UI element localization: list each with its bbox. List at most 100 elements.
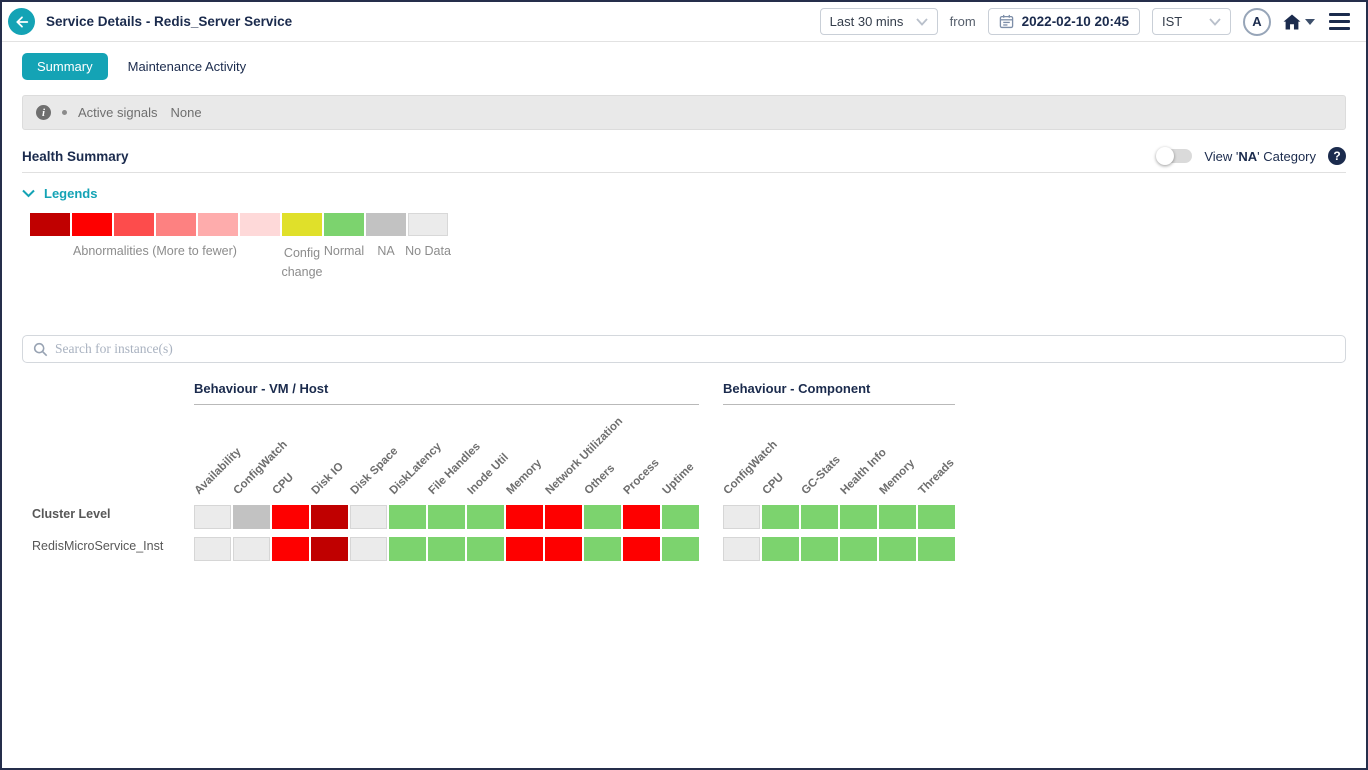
column-header-uptime: Uptime [661, 461, 697, 497]
search-input[interactable] [55, 341, 1335, 357]
tab-maintenance-activity[interactable]: Maintenance Activity [124, 53, 251, 80]
column-header-cpu: CPU [271, 471, 297, 497]
cell-redismicroservice-inst-process-red[interactable] [623, 537, 660, 561]
cell-redismicroservice-inst-availability-nodata[interactable] [194, 537, 231, 561]
cell-cluster-level-file-handles-green[interactable] [428, 505, 465, 529]
cell-cluster-level-configwatch-nodata[interactable] [723, 505, 760, 529]
cell-redismicroservice-inst-memory-green[interactable] [879, 537, 916, 561]
legend-group-normal: Normal [324, 213, 364, 281]
heatmap-rows [723, 505, 955, 561]
legend-swatch [408, 213, 448, 236]
cell-cluster-level-disk-space-nodata[interactable] [350, 505, 387, 529]
cell-cluster-level-gc-stats-green[interactable] [801, 505, 838, 529]
time-range-value: Last 30 mins [830, 14, 904, 29]
legend-label-no-data: No Data [405, 244, 451, 258]
column-headers: AvailabilityConfigWatchCPUDisk IODisk Sp… [194, 405, 699, 500]
active-signals-label: Active signals [78, 105, 157, 120]
health-summary-header: Health Summary View 'NA' Category ? [22, 145, 1346, 167]
cell-cluster-level-network-utilization-red[interactable] [545, 505, 582, 529]
back-button[interactable] [8, 8, 35, 35]
behaviour-vm-host-table: Behaviour - VM / Host AvailabilityConfig… [194, 381, 699, 569]
hamburger-menu-icon[interactable] [1327, 11, 1352, 32]
cell-cluster-level-process-red[interactable] [623, 505, 660, 529]
help-icon[interactable]: ? [1328, 147, 1346, 165]
legend-swatch [282, 213, 322, 236]
page-title: Service Details - Redis_Server Service [46, 14, 292, 29]
home-menu[interactable] [1283, 14, 1315, 30]
chevron-down-icon [22, 189, 35, 198]
arrow-left-icon [14, 14, 30, 30]
cell-redismicroservice-inst-disk-io-darkred[interactable] [311, 537, 348, 561]
timezone-select[interactable]: IST [1152, 8, 1231, 35]
cell-cluster-level-uptime-green[interactable] [662, 505, 699, 529]
cell-redismicroservice-inst-gc-stats-green[interactable] [801, 537, 838, 561]
cell-redismicroservice-inst-inode-util-green[interactable] [467, 537, 504, 561]
legends-collapse[interactable]: Legends [22, 186, 1366, 201]
cell-redismicroservice-inst-file-handles-green[interactable] [428, 537, 465, 561]
toggle-knob [1156, 147, 1174, 165]
column-header-memory: Memory [878, 457, 918, 497]
caret-down-icon [1305, 19, 1315, 25]
legend-group-no-data: No Data [408, 213, 448, 281]
from-label: from [950, 14, 976, 29]
cell-cluster-level-health-info-green[interactable] [840, 505, 877, 529]
cell-cluster-level-memory-red[interactable] [506, 505, 543, 529]
cell-redismicroservice-inst-configwatch-nodata[interactable] [233, 537, 270, 561]
cell-cluster-level-disk-io-darkred[interactable] [311, 505, 348, 529]
instance-search[interactable] [22, 335, 1346, 363]
legend-swatch [30, 213, 70, 236]
cell-cluster-level-inode-util-green[interactable] [467, 505, 504, 529]
cell-redismicroservice-inst-disklatency-green[interactable] [389, 537, 426, 561]
cell-cluster-level-memory-green[interactable] [879, 505, 916, 529]
na-category-controls: View 'NA' Category ? [1157, 147, 1346, 165]
cell-redismicroservice-inst-threads-green[interactable] [918, 537, 955, 561]
timezone-value: IST [1162, 14, 1182, 29]
heatmap-row-redismicroservice-inst [723, 537, 955, 561]
cell-redismicroservice-inst-uptime-green[interactable] [662, 537, 699, 561]
legend-swatch [198, 213, 238, 236]
chevron-down-icon [1209, 18, 1221, 26]
heatmap-row-redismicroservice-inst [194, 537, 699, 561]
cell-redismicroservice-inst-health-info-green[interactable] [840, 537, 877, 561]
legend-swatch [72, 213, 112, 236]
cell-cluster-level-availability-nodata[interactable] [194, 505, 231, 529]
legend-group-config-change: Config change [282, 213, 322, 281]
health-summary-title: Health Summary [22, 149, 129, 164]
legend-swatch [114, 213, 154, 236]
heatmap-row-labels: Cluster Level RedisMicroService_Inst [32, 502, 187, 566]
datetime-picker[interactable]: 2022-02-10 20:45 [988, 8, 1140, 35]
active-signals-bar: i Active signals None [22, 95, 1346, 130]
legend-group-na: NA [366, 213, 406, 281]
cell-cluster-level-disklatency-green[interactable] [389, 505, 426, 529]
tab-summary[interactable]: Summary [22, 53, 108, 80]
row-label-redismicroservice-inst: RedisMicroService_Inst [32, 534, 187, 558]
avatar[interactable]: A [1243, 8, 1271, 36]
cell-cluster-level-threads-green[interactable] [918, 505, 955, 529]
cell-redismicroservice-inst-cpu-red[interactable] [272, 537, 309, 561]
cell-cluster-level-others-green[interactable] [584, 505, 621, 529]
time-range-select[interactable]: Last 30 mins [820, 8, 938, 35]
cell-redismicroservice-inst-others-green[interactable] [584, 537, 621, 561]
calendar-icon [999, 14, 1014, 29]
cell-redismicroservice-inst-cpu-green[interactable] [762, 537, 799, 561]
cell-cluster-level-cpu-red[interactable] [272, 505, 309, 529]
column-header-others: Others [583, 462, 618, 497]
cell-cluster-level-cpu-green[interactable] [762, 505, 799, 529]
heatmap-row-cluster-level [194, 505, 699, 529]
table-title-vm-host: Behaviour - VM / Host [194, 381, 699, 405]
chevron-down-icon [916, 18, 928, 26]
legend-row: Abnormalities (More to fewer)Config chan… [30, 213, 1366, 281]
active-signals-value: None [170, 105, 201, 120]
legend-swatch [324, 213, 364, 236]
na-category-toggle[interactable] [1157, 149, 1192, 163]
datetime-value: 2022-02-10 20:45 [1022, 14, 1129, 29]
cell-cluster-level-configwatch-na[interactable] [233, 505, 270, 529]
bullet-dot [62, 110, 67, 115]
legend-swatch [156, 213, 196, 236]
info-icon: i [36, 105, 51, 120]
legend-group-abnormalities: Abnormalities (More to fewer) [30, 213, 280, 281]
cell-redismicroservice-inst-configwatch-nodata[interactable] [723, 537, 760, 561]
cell-redismicroservice-inst-memory-red[interactable] [506, 537, 543, 561]
cell-redismicroservice-inst-network-utilization-red[interactable] [545, 537, 582, 561]
cell-redismicroservice-inst-disk-space-nodata[interactable] [350, 537, 387, 561]
